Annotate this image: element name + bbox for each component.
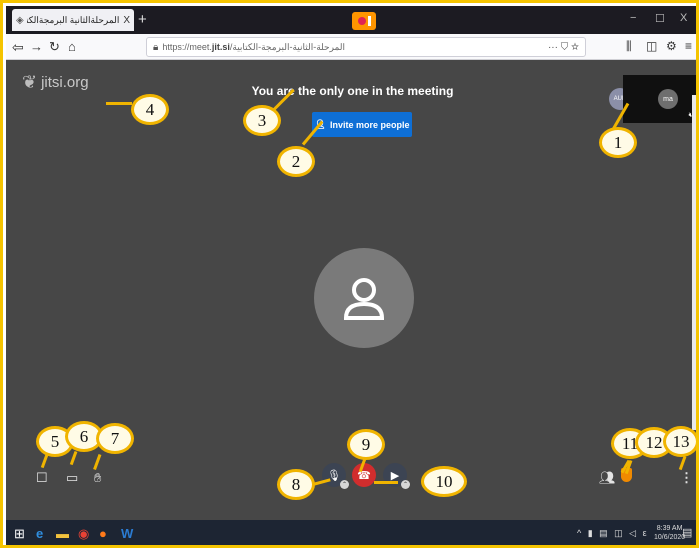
clock-date: 10/6/2020 <box>654 534 686 541</box>
file-explorer-icon[interactable]: ▬ <box>56 526 69 541</box>
windows-taskbar: ⊞ e ▬ ◉ ● W ^ ▮ ▤ ◫ ◁ ε 8:39 AM 10/6/202… <box>6 520 696 545</box>
more-icon[interactable]: ⋮ <box>680 470 693 486</box>
large-avatar <box>314 248 414 348</box>
url-bar[interactable]: 🔒︎ https://meet. jit.si /المرحلة-الثانية… <box>146 37 586 57</box>
lock-icon[interactable]: 🔒︎ <box>153 42 158 53</box>
forward-icon[interactable]: → <box>30 39 43 54</box>
browser-tab-bar: ◈ المرحلةالثانية البرمجةالكتابية | meet … <box>6 6 696 34</box>
back-icon[interactable]: ⇦ <box>12 39 24 56</box>
browser-nav-bar: ⇦ → ↻ ⌂ 🔒︎ https://meet. jit.si /المرحلة… <box>6 34 696 60</box>
maximize-button[interactable]: ☐ <box>655 12 665 25</box>
notifications-icon[interactable]: ▤ <box>682 526 692 539</box>
callout-4-pointer <box>106 102 132 105</box>
sidebar-icon[interactable]: ◫ <box>646 39 657 53</box>
system-tray-icons[interactable]: ^ ▮ ▤ ◫ ◁ ε <box>577 528 649 539</box>
url-path: /المرحلة-الثانية-البرمجة-الكتابية <box>229 41 346 52</box>
mic-button[interactable]: 🎙︎ ⌃ <box>322 463 349 489</box>
edge-icon[interactable]: e <box>36 526 43 541</box>
windows-start-icon[interactable]: ⊞ <box>14 526 25 542</box>
callout-13: 13 <box>663 426 696 457</box>
home-icon[interactable]: ⌂ <box>68 39 76 54</box>
clock-time: 8:39 AM <box>656 525 683 532</box>
screen-share-icon[interactable]: ▭ <box>66 470 78 486</box>
callout-3: 3 <box>243 105 281 136</box>
local-participant-avatar: ma <box>658 89 678 109</box>
firefox-recording-indicator-icon[interactable] <box>352 12 376 30</box>
browser-tab[interactable]: ◈ المرحلةالثانية البرمجةالكتابية | meet … <box>12 9 134 31</box>
participants-icon[interactable]: 👥︎ <box>599 470 616 486</box>
library-icon[interactable]: ⫼ <box>626 39 632 54</box>
tab-favicon-icon: ◈ <box>16 14 24 26</box>
hangup-button[interactable]: ☎ <box>352 463 376 487</box>
mic-options-icon[interactable]: ⌃ <box>340 480 349 489</box>
camera-icon: ▶︎ <box>390 469 400 482</box>
new-tab-button[interactable]: + <box>138 11 147 28</box>
person-icon <box>343 278 385 320</box>
tab-close-button[interactable]: X <box>123 15 130 26</box>
meeting-status-message: You are the only one in the meeting <box>251 84 454 98</box>
url-prefix: https://meet. <box>162 42 212 52</box>
callout-8: 8 <box>277 469 315 500</box>
invite-button-label: Invite more people <box>329 119 410 130</box>
url-domain: jit.si <box>211 42 230 52</box>
callout-4: 4 <box>131 94 169 125</box>
screenshot-frame: ◈ المرحلةالثانية البرمجةالكتابية | meet … <box>0 0 699 548</box>
taskbar-clock[interactable]: 8:39 AM 10/6/2020 <box>654 524 685 542</box>
callout-2: 2 <box>277 146 315 177</box>
chat-icon[interactable]: ☐ <box>36 470 48 486</box>
callout-7: 7 <box>96 423 134 454</box>
firefox-icon[interactable]: ● <box>99 526 107 541</box>
minimize-button[interactable]: − <box>630 12 636 24</box>
callout-10: 10 <box>421 466 467 497</box>
reload-icon[interactable]: ↻ <box>49 39 60 55</box>
page-actions[interactable]: ··· ⛉ ☆ <box>548 42 579 53</box>
camera-options-icon[interactable]: ⌃ <box>401 480 410 489</box>
close-window-button[interactable]: X <box>680 12 687 24</box>
raise-hand-icon[interactable]: ✋︎ <box>94 470 101 486</box>
menu-icon[interactable]: ≡ <box>685 39 692 53</box>
tab-title: المرحلةالثانية البرمجةالكتابية | meet <box>26 14 120 25</box>
word-icon[interactable]: W <box>121 526 133 541</box>
callout-10-pointer <box>374 481 398 484</box>
extension-icon[interactable]: ⚙ <box>666 39 677 53</box>
callout-9: 9 <box>347 429 385 460</box>
local-video-thumbnail[interactable]: ma 🔇︎ <box>623 75 696 123</box>
invite-more-people-button[interactable]: 👤︎ Invite more people <box>312 112 412 137</box>
chrome-icon[interactable]: ◉ <box>78 526 89 542</box>
callout-1: 1 <box>599 127 637 158</box>
filmstrip-scrollbar[interactable] <box>692 95 696 430</box>
